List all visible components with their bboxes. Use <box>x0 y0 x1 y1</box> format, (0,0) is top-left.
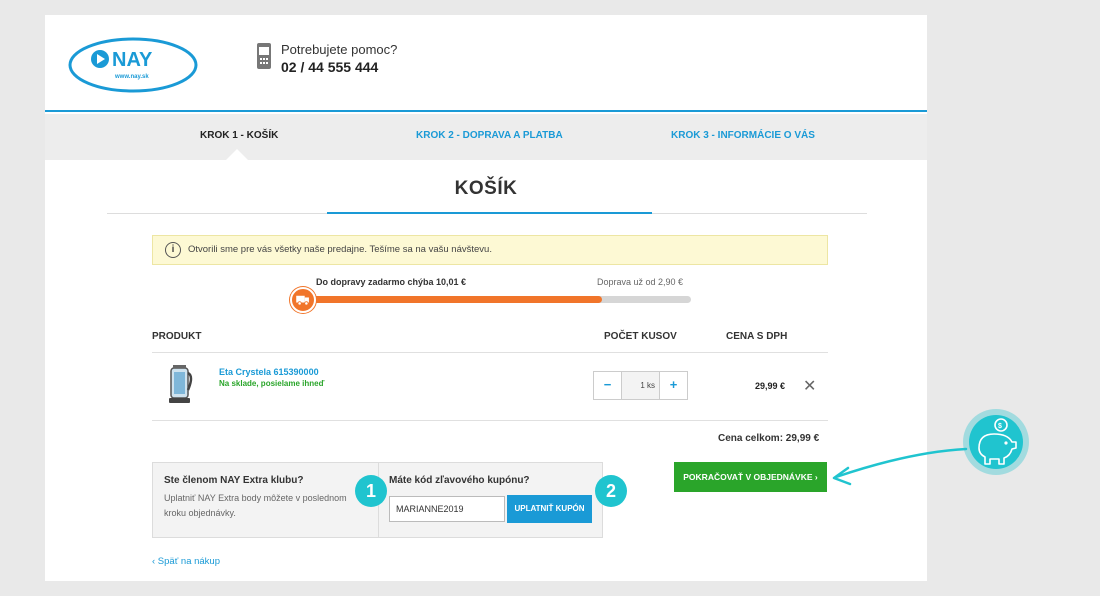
club-title: Ste členom NAY Extra klubu? <box>164 475 304 486</box>
piggy-bank-icon-bg <box>969 415 1023 469</box>
step-badge-2: 2 <box>595 475 627 507</box>
piggy-bank-icon <box>978 418 1017 465</box>
checkout-steps: KROK 1 - KOŠÍK KROK 2 - DOPRAVA A PLATBA… <box>45 114 927 160</box>
shipping-progress-track <box>303 296 691 303</box>
quantity-decrease-button[interactable]: − <box>594 372 622 399</box>
product-stock-status: Na sklade, posielame ihneď <box>219 379 325 388</box>
product-name-link[interactable]: Eta Crystela 615390000 <box>219 367 319 377</box>
table-header-divider <box>152 352 828 353</box>
step-badge-1: 1 <box>355 475 387 507</box>
page-title: KOŠÍK <box>454 178 518 199</box>
site-header: NAY www.nay.sk Potrebujete pomoc? 02 / 4… <box>45 15 927 112</box>
shipping-progress-fill <box>303 296 602 303</box>
phone-icon <box>257 43 271 69</box>
back-to-shopping-link[interactable]: ‹ Späť na nákup <box>152 556 220 567</box>
logo-url: www.nay.sk <box>114 74 149 80</box>
help-phone-number[interactable]: 02 / 44 555 444 <box>281 59 378 75</box>
remove-item-icon[interactable]: ✕ <box>803 376 816 396</box>
coupon-code-input[interactable] <box>389 496 505 522</box>
apply-coupon-button[interactable]: UPLATNIŤ KUPÓN <box>507 495 592 523</box>
info-icon: i <box>165 242 181 258</box>
coupon-title: Máte kód zľavového kupónu? <box>389 475 530 486</box>
cart-total: Cena celkom: 29,99 € <box>718 433 820 444</box>
step-1-cart[interactable]: KROK 1 - KOŠÍK <box>200 130 278 141</box>
active-step-pointer <box>225 149 249 161</box>
col-header-quantity: POČET KUSOV <box>604 331 677 342</box>
col-header-price: CENA S DPH <box>726 331 788 342</box>
logo-text: NAY <box>112 49 153 71</box>
continue-order-button[interactable]: POKRAČOVAŤ V OBJEDNÁVKE › <box>674 462 827 492</box>
item-price: 29,99 € <box>755 381 786 391</box>
table-footer-divider <box>152 420 828 421</box>
club-description: Uplatniť NAY Extra body môžete v posledn… <box>164 493 347 518</box>
product-image-kettle[interactable] <box>165 364 195 406</box>
quantity-value[interactable]: 1 ks <box>622 372 659 399</box>
help-text: Potrebujete pomoc? <box>281 42 398 57</box>
step-2-shipping-payment[interactable]: KROK 2 - DOPRAVA A PLATBA <box>416 130 563 141</box>
quantity-stepper: − 1 ks + <box>593 371 688 400</box>
piggy-halo <box>963 409 1029 475</box>
svg-text:$: $ <box>998 423 1002 430</box>
nay-logo[interactable]: NAY www.nay.sk <box>67 35 199 95</box>
step-3-your-info[interactable]: KROK 3 - INFORMÁCIE O VÁS <box>671 130 815 141</box>
truck-icon <box>290 287 316 313</box>
col-header-product: PRODUKT <box>152 331 202 342</box>
checkout-card: NAY www.nay.sk Potrebujete pomoc? 02 / 4… <box>45 15 927 581</box>
shipping-from: Doprava už od 2,90 € <box>597 277 684 287</box>
free-shipping-remaining: Do dopravy zadarmo chýba 10,01 € <box>316 277 467 287</box>
title-accent-line <box>327 212 652 214</box>
quantity-increase-button[interactable]: + <box>659 372 687 399</box>
notice-text: Otvorili sme pre vás všetky naše predajn… <box>188 244 492 255</box>
notice-banner: i Otvorili sme pre vás všetky naše preda… <box>152 235 828 265</box>
